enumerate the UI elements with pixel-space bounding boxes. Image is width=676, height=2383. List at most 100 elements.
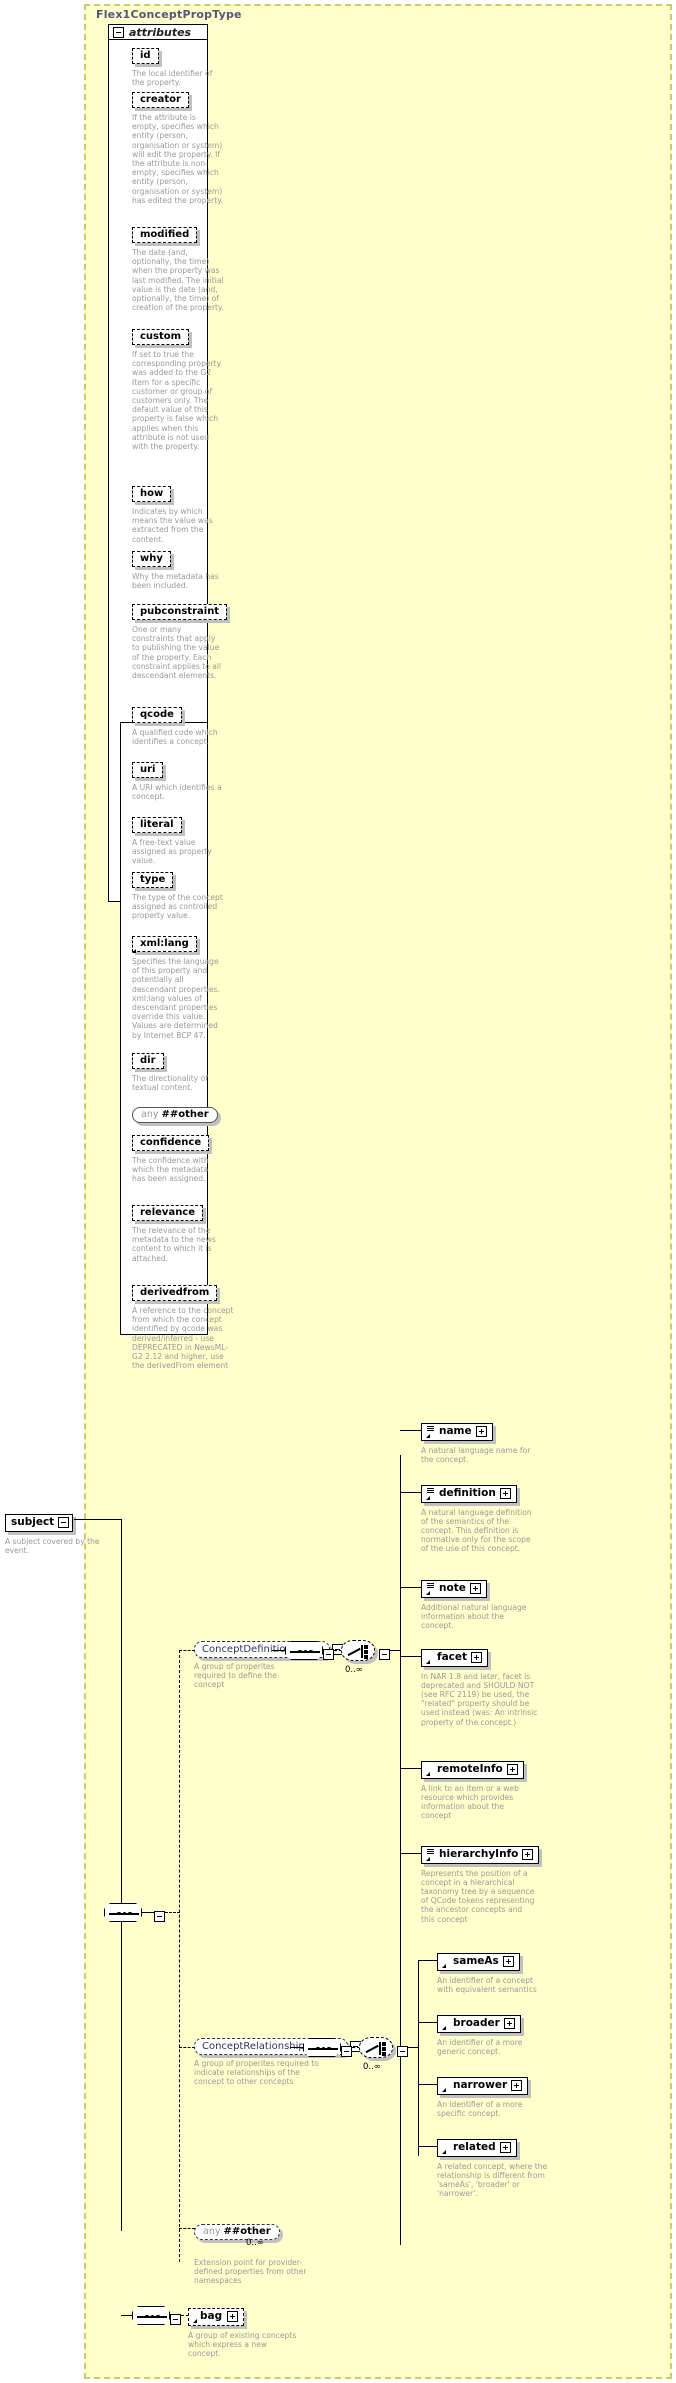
attribute-box[interactable]: modified	[132, 227, 198, 243]
expand-icon-hierarchyinfo[interactable]	[522, 1848, 534, 1860]
attribute-any-other[interactable]: any ##other	[132, 1102, 218, 1123]
attribute-confidence[interactable]: confidence The confidence with which the…	[132, 1130, 224, 1184]
element-box-sameas[interactable]: sameAs	[437, 1952, 520, 1971]
seq-cdg-collapse[interactable]	[323, 1645, 334, 1664]
element-bag-node[interactable]: bag A group of existing concepts which e…	[188, 2306, 302, 2358]
attribute-box[interactable]: type	[132, 872, 174, 888]
collapse-icon-choice-cdg[interactable]	[379, 1649, 390, 1660]
element-box-subject[interactable]: subject	[5, 1513, 73, 1532]
element-box-broader[interactable]: broader	[437, 2014, 521, 2033]
attribute-description: One or many constraints that apply to pu…	[132, 625, 222, 681]
expand-icon-bag[interactable]	[227, 2310, 238, 2322]
collapse-icon-subject[interactable]	[58, 1516, 70, 1528]
attribute-box[interactable]: creator	[132, 92, 189, 108]
collapse-icon-sequence-main[interactable]	[154, 1911, 165, 1922]
element-box-name[interactable]: name	[421, 1422, 493, 1441]
expand-icon-facet[interactable]	[471, 1651, 483, 1663]
attribute-pubconstraint[interactable]: pubconstraint One or many constraints th…	[132, 599, 228, 681]
choice-cdg-collapse[interactable]	[379, 1645, 390, 1664]
sequence-compositor-concept-definition[interactable]	[285, 1641, 323, 1660]
attribute-box[interactable]: derivedfrom	[132, 1285, 218, 1301]
element-broader-node[interactable]: broader An identifier of a more generic …	[437, 2013, 545, 2056]
attribute-dir[interactable]: dir The directionality of textual conten…	[132, 1048, 224, 1092]
element-description: An identifier of a more generic concept.	[437, 2037, 523, 2056]
element-name: bag	[200, 2310, 223, 2322]
attribute-box[interactable]: confidence	[132, 1135, 210, 1151]
attribute-box[interactable]: dir	[132, 1053, 164, 1069]
element-remoteinfo-node[interactable]: remoteInfo A link to an item or a web re…	[421, 1759, 535, 1820]
sequence-compositor-bag[interactable]	[132, 2306, 170, 2325]
element-box-note[interactable]: note	[421, 1579, 487, 1598]
expand-icon-name[interactable]	[475, 1425, 487, 1437]
attribute-qcode[interactable]: qcode A qualified code which identifies …	[132, 702, 224, 746]
attribute-box[interactable]: pubconstraint	[132, 604, 228, 620]
collapse-icon-sequence-cdg[interactable]	[323, 1649, 334, 1660]
any-other-box[interactable]: any ##other	[194, 2224, 280, 2240]
element-related-node[interactable]: related A related concept, where the rel…	[437, 2137, 553, 2198]
choice-compositor-concept-relationships[interactable]	[359, 2037, 393, 2058]
sequence-icon	[285, 1641, 323, 1660]
expand-icon-broader[interactable]	[503, 2017, 515, 2029]
attribute-box[interactable]: how	[132, 486, 172, 502]
attribute-box[interactable]: relevance	[132, 1205, 204, 1221]
expand-icon-related[interactable]	[499, 2141, 511, 2153]
expand-icon-remoteinfo[interactable]	[506, 1763, 518, 1775]
collapse-icon-sequence-crg[interactable]	[341, 2046, 352, 2057]
element-box-remoteinfo[interactable]: remoteInfo	[421, 1760, 524, 1779]
element-name: remoteInfo	[437, 1763, 503, 1775]
sequence-compositor-main[interactable]	[104, 1903, 142, 1922]
collapse-icon-attributes[interactable]	[113, 27, 124, 38]
expand-icon-narrower[interactable]	[511, 2079, 523, 2091]
expand-icon-sameas[interactable]	[502, 1955, 514, 1967]
element-box-hierarchyinfo[interactable]: hierarchyInfo	[421, 1845, 540, 1864]
element-facet-node[interactable]: facet In NAR 1.8 and later, facet is dep…	[421, 1647, 539, 1727]
occurrence-concept-definition-group: 0..∞	[345, 1665, 363, 1675]
attribute-box[interactable]: literal	[132, 817, 182, 833]
attribute-box[interactable]: custom	[132, 329, 190, 345]
seq-bag-collapse[interactable]	[170, 2310, 181, 2329]
element-hierarchyinfo-node[interactable]: hierarchyInfo Represents the position of…	[421, 1844, 540, 1924]
attribute-id[interactable]: id The local identifier of the property.	[132, 43, 224, 87]
attribute-literal[interactable]: literal A free-text value assigned as pr…	[132, 812, 224, 866]
content-model-icon	[442, 2142, 448, 2154]
root-element-subject[interactable]: subject A subject covered by the event.	[5, 1510, 115, 1555]
element-narrower-node[interactable]: narrower An identifier of a more specifi…	[437, 2075, 545, 2118]
seq-crg-collapse[interactable]	[341, 2042, 352, 2061]
attribute-box[interactable]: xml:lang	[132, 936, 197, 953]
attribute-xml-lang[interactable]: xml:lang Specifies the language of this …	[132, 931, 224, 1040]
element-box-definition[interactable]: definition	[421, 1484, 517, 1503]
sequence-compositor-concept-relationships[interactable]	[303, 2038, 341, 2057]
any-other-box[interactable]: any ##other	[132, 1107, 218, 1123]
element-sameas-node[interactable]: sameAs An identifier of a concept with e…	[437, 1951, 549, 1994]
attribute-how[interactable]: how Indicates by which means the value w…	[132, 481, 224, 544]
attribute-modified[interactable]: modified The date (and, optionally, the …	[132, 222, 224, 312]
attribute-custom[interactable]: custom If set to true the corresponding …	[132, 324, 224, 451]
element-box-related[interactable]: related	[437, 2138, 517, 2157]
element-box-narrower[interactable]: narrower	[437, 2076, 529, 2095]
expand-icon-definition[interactable]	[499, 1487, 511, 1499]
attribute-box[interactable]: id	[132, 48, 159, 64]
choice-crg-collapse[interactable]	[397, 2042, 408, 2061]
choice-compositor-concept-definition[interactable]	[341, 1640, 375, 1661]
content-model-icon	[442, 2018, 448, 2030]
expand-icon-note[interactable]	[469, 1582, 481, 1594]
collapse-icon-sequence-bag[interactable]	[170, 2314, 181, 2325]
attribute-uri[interactable]: uri A URI which identifies a concept.	[132, 757, 224, 801]
attribute-relevance[interactable]: relevance The relevance of the metadata …	[132, 1200, 224, 1263]
element-name-node[interactable]: name A natural language name for the con…	[421, 1421, 535, 1464]
element-note-node[interactable]: note Additional natural language informa…	[421, 1578, 533, 1630]
attribute-box[interactable]: why	[132, 551, 171, 567]
sequence-dot	[309, 1649, 313, 1653]
sequence-main-collapse[interactable]	[154, 1907, 165, 1926]
extension-any-other[interactable]: any ##other 0..∞ Extension point for prov…	[194, 2219, 312, 2286]
element-box-bag[interactable]: bag	[188, 2307, 244, 2326]
attribute-creator[interactable]: creator If the attribute is empty, speci…	[132, 87, 224, 205]
collapse-icon-choice-crg[interactable]	[397, 2046, 408, 2057]
attribute-box[interactable]: uri	[132, 762, 164, 778]
attribute-box[interactable]: qcode	[132, 707, 182, 723]
element-definition-node[interactable]: definition A natural language definition…	[421, 1483, 537, 1554]
attribute-type[interactable]: type The type of the concept assigned as…	[132, 867, 224, 921]
attribute-derivedfrom[interactable]: derivedfrom A reference to the concept f…	[132, 1280, 238, 1370]
element-box-facet[interactable]: facet	[421, 1648, 489, 1667]
attribute-why[interactable]: why Why the metadata has been included.	[132, 546, 224, 590]
